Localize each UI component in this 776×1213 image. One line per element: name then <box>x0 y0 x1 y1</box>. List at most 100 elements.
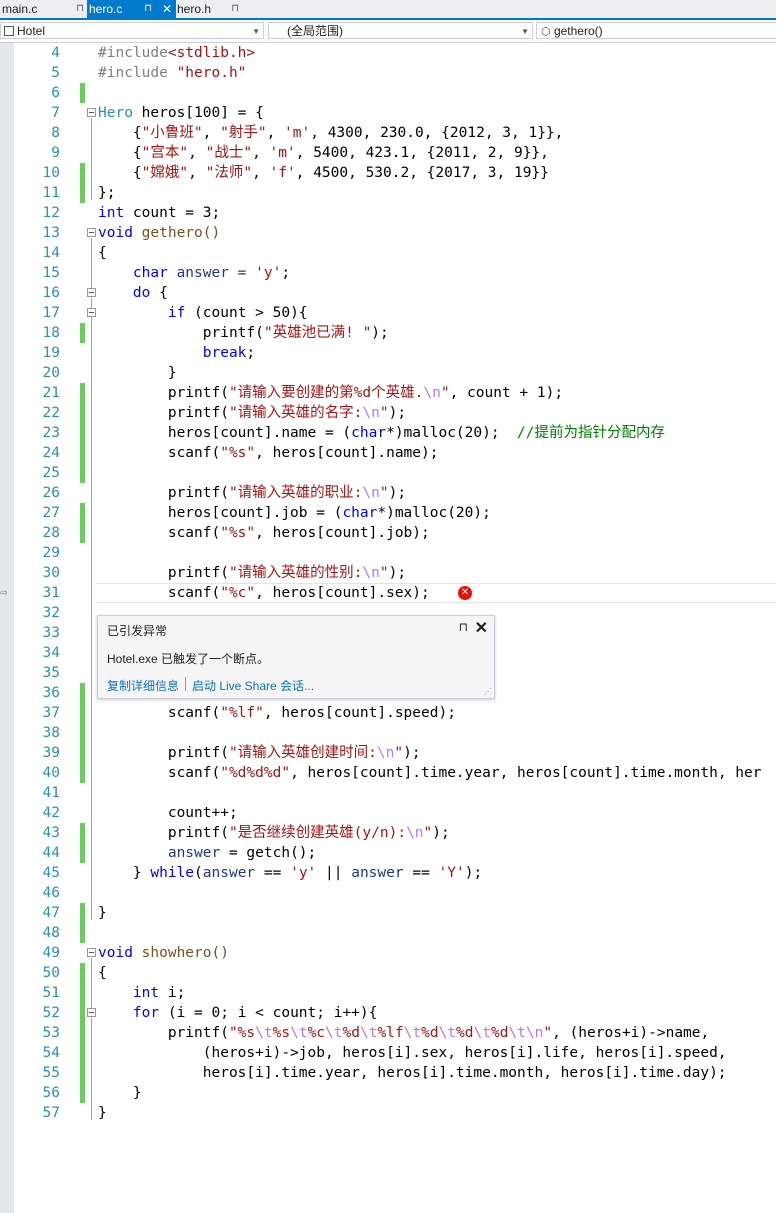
code-line[interactable]: printf("请输入要创建的第%d个英雄.\n", count + 1); <box>98 383 563 403</box>
collapse-icon[interactable] <box>87 228 96 237</box>
code-line[interactable]: #include<stdlib.h> <box>98 43 255 63</box>
token: || <box>316 865 352 881</box>
scope-dropdown[interactable]: (全局范围) ▼ <box>268 22 533 39</box>
code-line[interactable]: char answer = 'y'; <box>98 263 290 283</box>
exception-message: Hotel.exe 已触发了一个断点。 <box>107 652 270 666</box>
code-line[interactable]: scanf("%lf", heros[count].speed); <box>98 703 456 723</box>
token: //提前为指针分配内存 <box>517 425 666 441</box>
line-number: 32 <box>42 605 60 621</box>
token: == <box>255 865 291 881</box>
token: , <box>252 165 270 181</box>
code-line[interactable]: printf("请输入英雄的职业:\n"); <box>98 483 406 503</box>
collapse-icon[interactable] <box>87 1008 96 1017</box>
token: %c <box>307 1025 326 1041</box>
code-line[interactable]: heros[count].job = (char*)malloc(20); <box>98 503 491 523</box>
code-line[interactable]: {"小鲁班", "射手", 'm', 4300, 230.0, {2012, 3… <box>98 123 564 143</box>
token: == <box>403 865 439 881</box>
code-line[interactable]: heros[i].time.year, heros[i].time.month,… <box>98 1063 727 1083</box>
close-icon[interactable]: ✕ <box>475 618 488 638</box>
code-line[interactable]: break; <box>98 343 255 363</box>
token: %lf <box>377 1025 404 1041</box>
project-dropdown[interactable]: Hotel ▼ <box>0 22 264 39</box>
pin-icon[interactable]: ⊓ <box>144 0 152 18</box>
line-number: 46 <box>42 885 60 901</box>
token: ); <box>464 865 483 881</box>
code-line[interactable]: scanf("%s", heros[count].job); <box>98 523 430 543</box>
code-line[interactable]: printf("请输入英雄创建时间:\n"); <box>98 743 421 763</box>
code-line[interactable]: (heros+i)->job, heros[i].sex, heros[i].l… <box>98 1043 727 1063</box>
code-line[interactable]: scanf("%d%d%d", heros[count].time.year, … <box>98 763 762 783</box>
code-line[interactable]: if (count > 50){ <box>98 303 308 323</box>
close-icon[interactable]: ✕ <box>162 0 172 18</box>
change-indicator <box>80 823 85 863</box>
code-line[interactable]: printf("%s\t%s\t%c\t%d\t%lf\t%d\t%d\t%d\… <box>98 1023 709 1043</box>
tab-main-c[interactable]: main.c ⊓ <box>0 0 88 18</box>
change-indicator <box>80 963 85 1103</box>
pin-icon[interactable]: ⊓ <box>76 0 84 18</box>
code-line[interactable]: { <box>98 963 107 983</box>
code-line[interactable]: } <box>98 903 107 923</box>
pin-icon[interactable]: ⊓ <box>231 0 239 18</box>
token: , count + 1); <box>449 385 564 401</box>
code-line[interactable]: void gethero() <box>98 223 220 243</box>
token: , heros[count].job); <box>255 525 430 541</box>
code-line[interactable]: void showhero() <box>98 943 229 963</box>
code-line[interactable]: printf("请输入英雄的性别:\n"); <box>98 563 406 583</box>
code-line[interactable]: for (i = 0; i < count; i++){ <box>98 1003 377 1023</box>
code-line[interactable]: } while(answer == 'y' || answer == 'Y'); <box>98 863 482 883</box>
code-line[interactable]: }; <box>98 183 115 203</box>
token: { <box>98 245 107 261</box>
line-number: 15 <box>42 265 60 281</box>
token: \t <box>255 1025 273 1041</box>
project-icon <box>4 26 14 36</box>
code-line[interactable]: printf("是否继续创建英雄(y/n):\n"); <box>98 823 450 843</box>
token: printf( <box>98 745 229 761</box>
code-line[interactable]: } <box>98 1103 107 1123</box>
code-line[interactable]: scanf("%c", heros[count].sex); <box>98 583 430 603</box>
token: , heros[count].name); <box>255 445 439 461</box>
code-line[interactable]: int count = 3; <box>98 203 220 223</box>
token: for <box>132 1005 160 1021</box>
token: <stdlib.h> <box>167 45 256 61</box>
code-line[interactable]: answer = getch(); <box>98 843 316 863</box>
code-line[interactable]: count++; <box>98 803 238 823</box>
code-line[interactable]: printf("英雄池已满! "); <box>98 323 389 343</box>
live-share-link[interactable]: 启动 Live Share 会话... <box>192 677 314 694</box>
tab-hero-c[interactable]: hero.c ⊓ ✕ <box>87 0 176 18</box>
resize-grip-icon[interactable]: ⋰ <box>484 687 492 696</box>
collapse-icon[interactable] <box>87 288 96 297</box>
collapse-icon[interactable] <box>87 308 96 317</box>
code-line[interactable]: {"宫本", "战士", 'm', 5400, 423.1, {2011, 2,… <box>98 143 549 163</box>
token: } <box>98 365 177 381</box>
line-number: 19 <box>42 345 60 361</box>
line-number: 35 <box>42 665 60 681</box>
pin-icon[interactable]: ⊓ <box>459 620 468 634</box>
code-line[interactable]: } <box>98 1083 142 1103</box>
popup-title: 已引发异常 <box>107 624 168 638</box>
code-line[interactable]: heros[count].name = (char*)malloc(20); /… <box>98 423 665 443</box>
code-editor[interactable]: ⇨ 4 5 6 7 8 9 10 11 12 13 14 15 16 17 18 19 20 21 22 23 24 25… <box>0 43 776 1213</box>
member-dropdown[interactable]: ⬡ gethero() <box>536 22 776 39</box>
indicator-margin[interactable] <box>0 43 14 1213</box>
code-line[interactable]: do { <box>98 283 168 303</box>
line-number: 14 <box>42 245 60 261</box>
code-line[interactable]: Hero heros[100] = { <box>98 103 264 123</box>
code-line[interactable]: printf("请输入英雄的名字:\n"); <box>98 403 406 423</box>
line-number: 50 <box>42 965 60 981</box>
code-line[interactable]: } <box>98 363 177 383</box>
code-line[interactable]: scanf("%s", heros[count].name); <box>98 443 439 463</box>
tab-hero-h[interactable]: hero.h ⊓ <box>175 0 243 18</box>
collapse-icon[interactable] <box>87 948 96 957</box>
code-line[interactable]: {"嫦娥", "法师", 'f', 4500, 530.2, {2017, 3,… <box>98 163 549 183</box>
token: \n <box>362 405 380 421</box>
code-line[interactable]: #include "hero.h" <box>98 63 246 83</box>
token: } <box>98 905 107 921</box>
code-line[interactable]: { <box>98 243 107 263</box>
token: printf( <box>98 1025 229 1041</box>
code-line[interactable]: int i; <box>98 983 185 1003</box>
error-icon[interactable]: ✕ <box>458 586 472 600</box>
line-number: 8 <box>51 125 60 141</box>
token: printf( <box>98 565 229 581</box>
copy-details-link[interactable]: 复制详细信息 <box>107 677 179 694</box>
collapse-icon[interactable] <box>87 108 96 117</box>
